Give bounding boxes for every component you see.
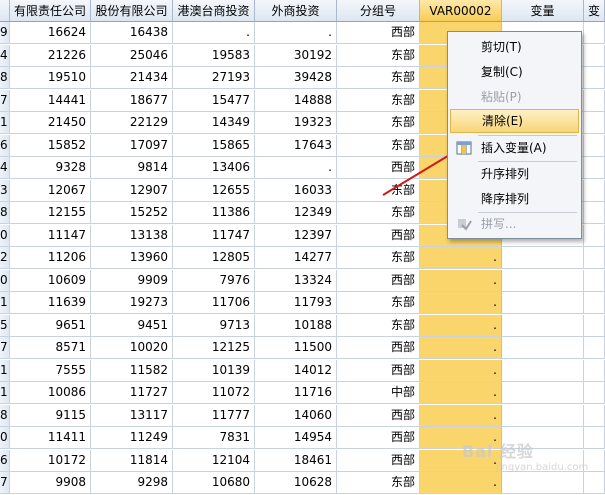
menu-item-paste[interactable]: 粘贴(P) [450,85,579,109]
menu-item-copy[interactable]: 复制(C) [450,60,579,84]
watermark-url: jingyan.baidu.com [496,462,589,473]
menu-item-cut[interactable]: 剪切(T) [450,35,579,59]
menu-item-sort-descending[interactable]: 降序排列 [450,187,579,211]
context-menu: 剪切(T) 复制(C) 粘贴(P) 清除(E) 插入变量(A) 升序排列 降序排… [447,31,582,239]
menu-item-insert-variable[interactable]: 插入变量(A) [450,136,579,160]
menu-item-spelling[interactable]: 拼写... [450,212,579,236]
watermark-logo: Bai 经验 [462,442,535,461]
menu-item-sort-ascending[interactable]: 升序排列 [450,162,579,186]
menu-item-clear[interactable]: 清除(E) [450,109,579,133]
